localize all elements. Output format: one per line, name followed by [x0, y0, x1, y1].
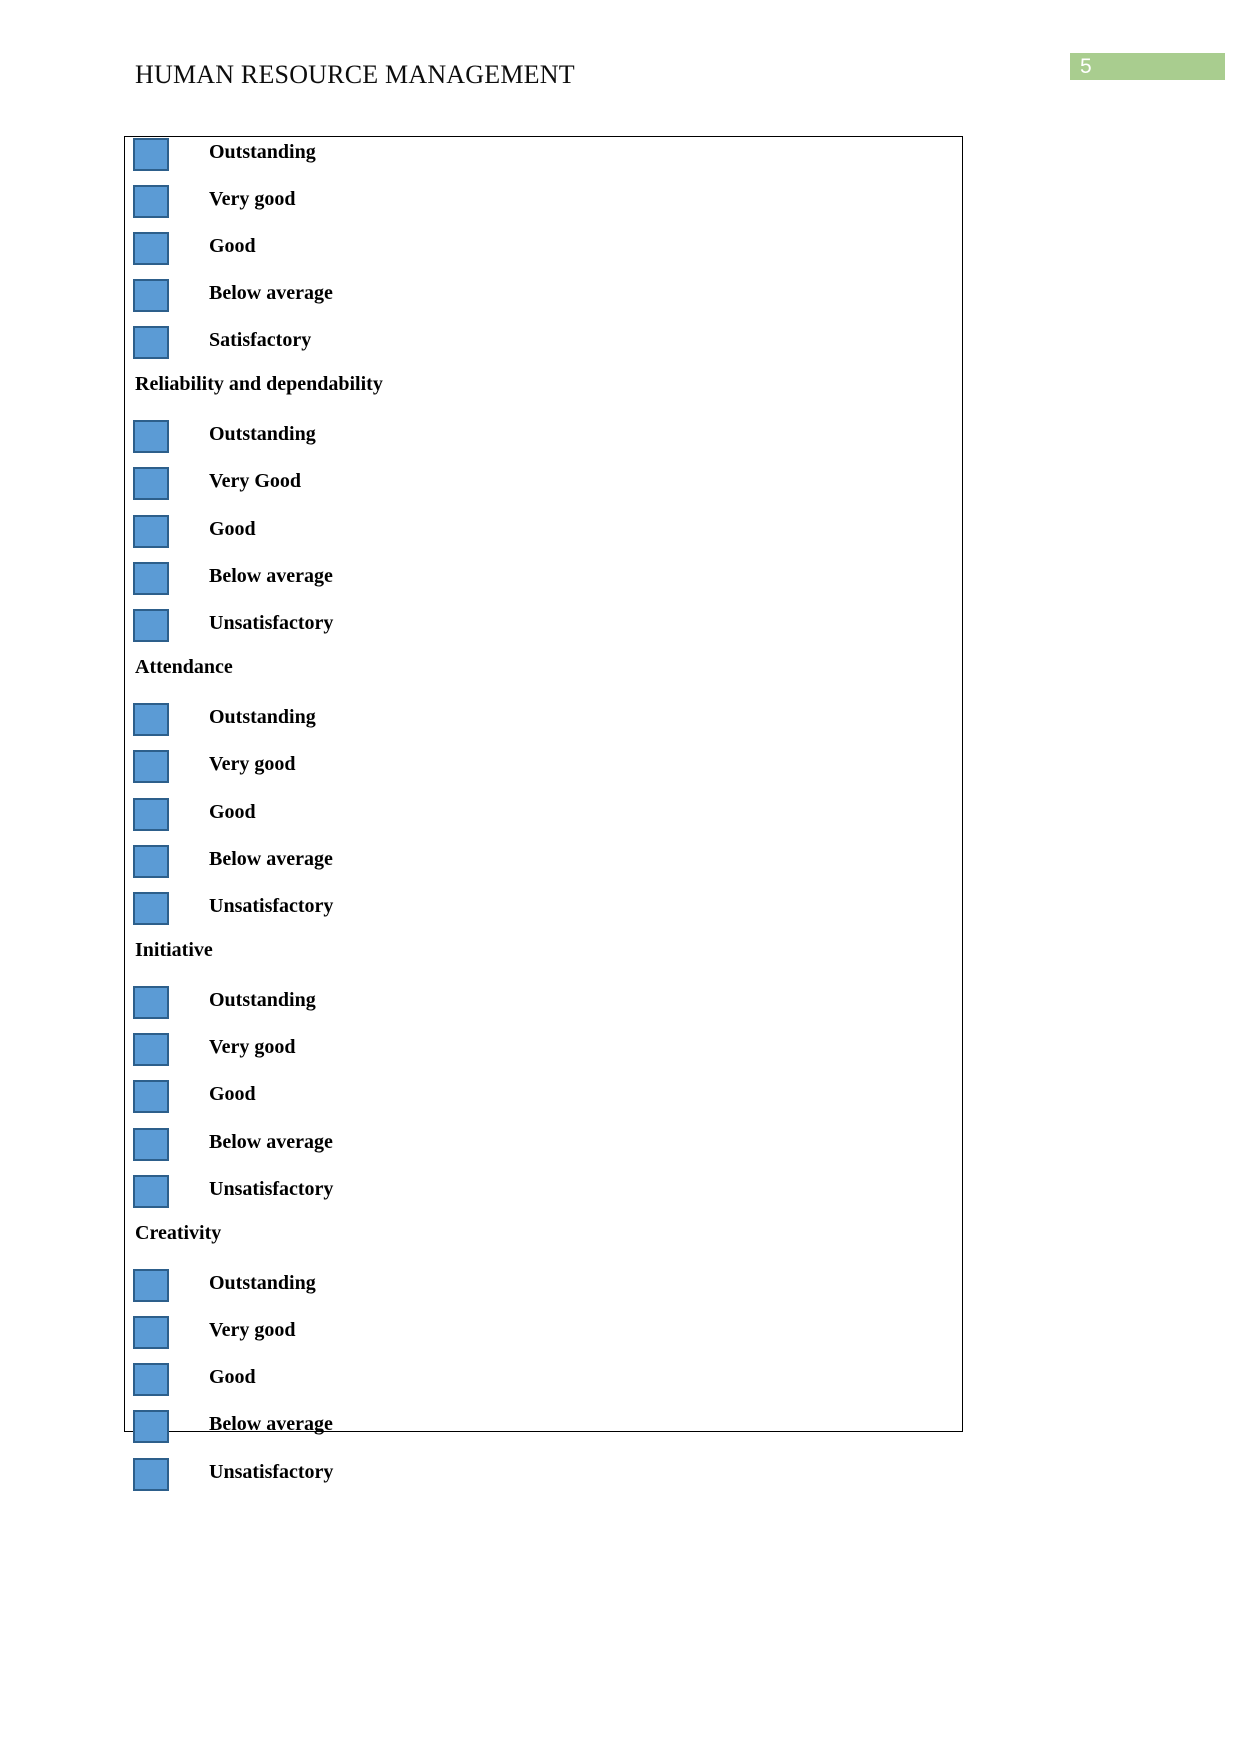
section-heading: Reliability and dependability [135, 373, 383, 395]
checkbox-icon[interactable] [133, 609, 169, 642]
checkbox-icon[interactable] [133, 703, 169, 736]
section-heading: Initiative [135, 939, 213, 961]
rating-option-label: Outstanding [209, 989, 316, 1011]
section-heading: Attendance [135, 656, 233, 678]
checkbox-icon[interactable] [133, 1458, 169, 1491]
rating-option-label: Very Good [209, 470, 302, 492]
checkbox-icon[interactable] [133, 1316, 169, 1349]
checkbox-icon[interactable] [133, 798, 169, 831]
rating-option-label: Unsatisfactory [209, 612, 334, 634]
checkbox-icon[interactable] [133, 232, 169, 265]
rating-option-label: Unsatisfactory [209, 1178, 334, 1200]
checkbox-icon[interactable] [133, 1128, 169, 1161]
checkbox-icon[interactable] [133, 845, 169, 878]
rating-option-label: Good [209, 1366, 256, 1388]
rating-option-label: Good [209, 801, 256, 823]
checkbox-icon[interactable] [133, 1269, 169, 1302]
checkbox-icon[interactable] [133, 986, 169, 1019]
checkbox-icon[interactable] [133, 892, 169, 925]
checkbox-icon[interactable] [133, 515, 169, 548]
checkbox-icon[interactable] [133, 138, 169, 171]
rating-option-label: Unsatisfactory [209, 1461, 334, 1483]
section-heading: Creativity [135, 1222, 222, 1244]
rating-option-label: Very good [209, 753, 296, 775]
checkbox-icon[interactable] [133, 1080, 169, 1113]
rating-option-label: Below average [209, 565, 333, 587]
checkbox-icon[interactable] [133, 420, 169, 453]
rating-option-label: Very good [209, 1319, 296, 1341]
evaluation-form-content: Outstanding Very good Good Below average Sat… [0, 0, 1241, 1754]
checkbox-icon[interactable] [133, 1363, 169, 1396]
checkbox-icon[interactable] [133, 750, 169, 783]
checkbox-icon[interactable] [133, 562, 169, 595]
rating-option-label: Outstanding [209, 423, 316, 445]
rating-option-label: Very good [209, 1036, 296, 1058]
rating-option-label: Very good [209, 188, 296, 210]
checkbox-icon[interactable] [133, 279, 169, 312]
checkbox-icon[interactable] [133, 326, 169, 359]
rating-option-label: Unsatisfactory [209, 895, 334, 917]
rating-option-label: Below average [209, 848, 333, 870]
rating-option-label: Below average [209, 282, 333, 304]
checkbox-icon[interactable] [133, 467, 169, 500]
checkbox-icon[interactable] [133, 1410, 169, 1443]
rating-option-label: Satisfactory [209, 329, 312, 351]
rating-option-label: Outstanding [209, 1272, 316, 1294]
checkbox-icon[interactable] [133, 1033, 169, 1066]
rating-option-label: Good [209, 1083, 256, 1105]
rating-option-label: Outstanding [209, 706, 316, 728]
rating-option-label: Below average [209, 1413, 333, 1435]
rating-option-label: Good [209, 518, 256, 540]
rating-option-label: Good [209, 235, 256, 257]
checkbox-icon[interactable] [133, 1175, 169, 1208]
rating-option-label: Outstanding [209, 141, 316, 163]
checkbox-icon[interactable] [133, 185, 169, 218]
rating-option-label: Below average [209, 1131, 333, 1153]
